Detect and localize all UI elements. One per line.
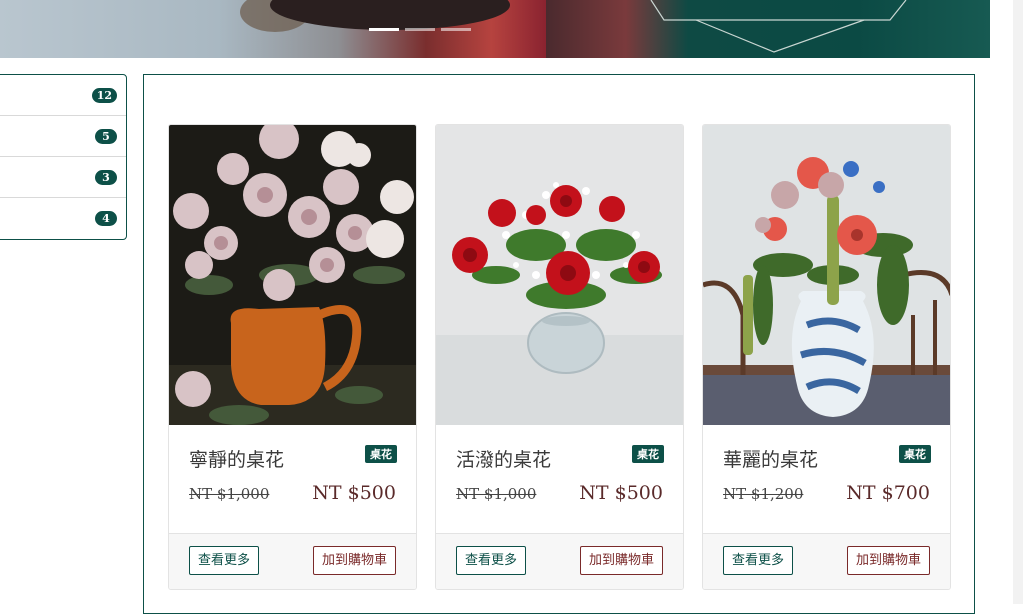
product-info: 寧靜的桌花 桌花 NT $1,000 NT $500	[169, 425, 416, 533]
product-image[interactable]	[436, 125, 683, 425]
view-more-button[interactable]: 查看更多	[189, 546, 260, 575]
product-actions: 查看更多 加到購物車	[169, 533, 416, 589]
category-list: 12 5 3 4	[0, 74, 127, 240]
add-to-cart-button[interactable]: 加到購物車	[312, 546, 396, 575]
product-card: 華麗的桌花 桌花 NT $1,200 NT $700 查看更多 加到購物車	[702, 124, 951, 590]
category-item[interactable]: 3	[0, 157, 126, 198]
carousel-indicator[interactable]	[405, 28, 435, 31]
category-count-badge: 12	[91, 88, 117, 103]
product-actions: 查看更多 加到購物車	[436, 533, 683, 589]
product-card: 寧靜的桌花 桌花 NT $1,000 NT $500 查看更多 加到購物車	[168, 124, 417, 590]
category-item[interactable]: 4	[0, 198, 126, 239]
view-more-button[interactable]: 查看更多	[723, 546, 794, 575]
original-price: NT $1,200	[723, 485, 804, 503]
product-image[interactable]	[169, 125, 416, 425]
sale-price: NT $500	[312, 482, 396, 504]
product-tag-badge: 桌花	[899, 445, 931, 463]
product-title: 華麗的桌花	[723, 449, 819, 471]
hero-slide-image-next	[546, 0, 990, 58]
product-tag-badge: 桌花	[632, 445, 664, 463]
category-count-badge: 5	[95, 129, 117, 144]
add-to-cart-button[interactable]: 加到購物車	[579, 546, 663, 575]
product-panel: 寧靜的桌花 桌花 NT $1,000 NT $500 查看更多 加到購物車 活潑…	[143, 74, 975, 614]
product-title: 活潑的桌花	[456, 449, 552, 471]
category-count-badge: 3	[95, 170, 117, 185]
product-card: 活潑的桌花 桌花 NT $1,000 NT $500 查看更多 加到購物車	[435, 124, 684, 590]
product-info: 華麗的桌花 桌花 NT $1,200 NT $700	[703, 425, 950, 533]
product-title: 寧靜的桌花	[189, 449, 285, 471]
product-tag-badge: 桌花	[365, 445, 397, 463]
category-item[interactable]: 5	[0, 116, 126, 157]
view-more-button[interactable]: 查看更多	[456, 546, 527, 575]
sale-price: NT $700	[846, 482, 930, 504]
product-image[interactable]	[703, 125, 950, 425]
category-count-badge: 4	[95, 211, 117, 226]
original-price: NT $1,000	[189, 485, 270, 503]
category-item[interactable]: 12	[0, 75, 126, 116]
sale-price: NT $500	[579, 482, 663, 504]
carousel-indicators	[369, 28, 471, 31]
product-info: 活潑的桌花 桌花 NT $1,000 NT $500	[436, 425, 683, 533]
add-to-cart-button[interactable]: 加到購物車	[846, 546, 930, 575]
original-price: NT $1,000	[456, 485, 537, 503]
product-actions: 查看更多 加到購物車	[703, 533, 950, 589]
carousel-indicator[interactable]	[441, 28, 471, 31]
hero-carousel[interactable]	[0, 0, 990, 58]
page-scrollbar-track[interactable]	[1013, 0, 1023, 604]
carousel-indicator[interactable]	[369, 28, 399, 31]
